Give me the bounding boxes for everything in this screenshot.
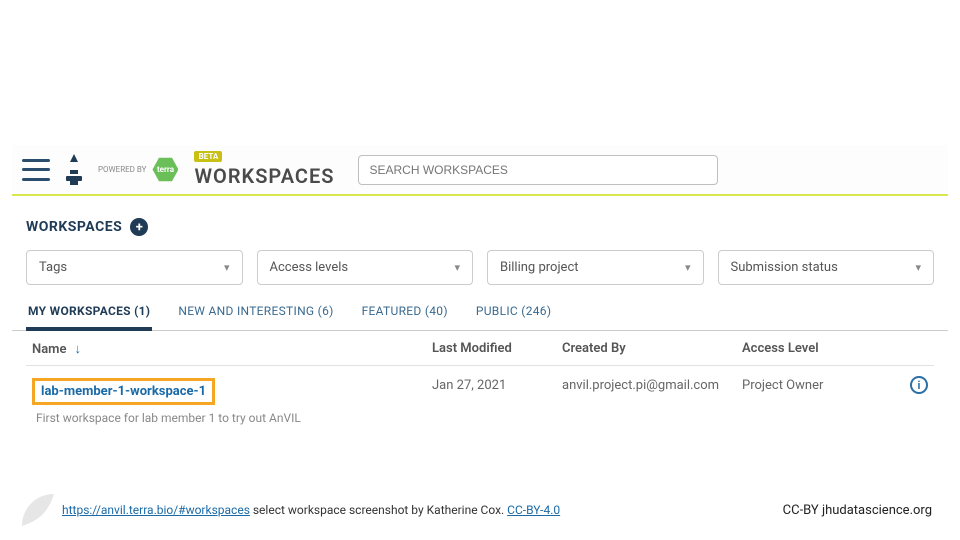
beta-badge: BETA (194, 151, 222, 162)
tab-public[interactable]: PUBLIC (246) (474, 295, 553, 330)
cell-created-by: anvil.project.pi@gmail.com (562, 378, 742, 393)
footer-text: select workspace screenshot by Katherine… (250, 503, 507, 517)
cell-last-modified: Jan 27, 2021 (432, 378, 562, 393)
footer-caption: https://anvil.terra.bio/#workspaces sele… (62, 503, 560, 517)
anvil-logo-icon (60, 152, 88, 188)
filter-label: Billing project (500, 260, 579, 275)
footer-right: CC-BY jhudatascience.org (783, 503, 932, 518)
topbar: POWERED BY terra BETA WORKSPACES (12, 145, 948, 196)
chevron-down-icon: ▾ (915, 261, 921, 274)
tab-my-workspaces[interactable]: MY WORKSPACES (1) (26, 295, 152, 331)
page-title-wrap: BETA WORKSPACES (194, 151, 334, 188)
footer-url-link[interactable]: https://anvil.terra.bio/#workspaces (62, 503, 250, 517)
powered-by-label: POWERED BY (98, 166, 146, 174)
col-header-name[interactable]: Name ↓ (32, 341, 432, 357)
page-title: WORKSPACES (194, 164, 334, 188)
slide-footer: https://anvil.terra.bio/#workspaces sele… (0, 492, 960, 528)
col-header-created-by[interactable]: Created By (562, 341, 742, 357)
leaf-icon (20, 492, 56, 528)
filter-label: Submission status (731, 260, 838, 275)
cell-access-level: Project Owner (742, 378, 928, 393)
cell-name: lab-member-1-workspace-1 (32, 378, 432, 405)
terra-logo-icon: terra (152, 157, 178, 183)
filter-billing-project[interactable]: Billing project ▾ (487, 250, 704, 285)
app-window: POWERED BY terra BETA WORKSPACES WORKSPA… (12, 145, 948, 433)
chevron-down-icon: ▾ (224, 261, 230, 274)
col-header-label: Name (32, 342, 66, 357)
tab-new-interesting[interactable]: NEW AND INTERESTING (6) (176, 295, 335, 330)
add-workspace-button[interactable]: + (130, 218, 148, 236)
search-input[interactable] (358, 155, 718, 185)
menu-icon[interactable] (22, 159, 50, 181)
tab-bar: MY WORKSPACES (1) NEW AND INTERESTING (6… (12, 295, 948, 331)
filter-tags[interactable]: Tags ▾ (26, 250, 243, 285)
workspace-description: First workspace for lab member 1 to try … (26, 409, 934, 433)
col-header-access-level[interactable]: Access Level (742, 341, 928, 357)
chevron-down-icon: ▾ (454, 261, 460, 274)
sort-down-icon: ↓ (74, 341, 81, 357)
section-title: WORKSPACES (26, 219, 122, 235)
filter-label: Tags (39, 260, 67, 275)
powered-by-wrap: POWERED BY terra (98, 157, 178, 183)
footer-license-link[interactable]: CC-BY-4.0 (507, 503, 560, 517)
workspace-table: Name ↓ Last Modified Created By Access L… (12, 331, 948, 433)
table-header: Name ↓ Last Modified Created By Access L… (26, 331, 934, 366)
workspace-link[interactable]: lab-member-1-workspace-1 (32, 378, 215, 405)
filter-bar: Tags ▾ Access levels ▾ Billing project ▾ Su… (12, 250, 948, 295)
info-icon[interactable]: i (910, 376, 928, 394)
filter-label: Access levels (270, 260, 349, 275)
footer-left: https://anvil.terra.bio/#workspaces sele… (20, 492, 560, 528)
tab-featured[interactable]: FEATURED (40) (360, 295, 450, 330)
table-row: lab-member-1-workspace-1 Jan 27, 2021 an… (26, 366, 934, 409)
filter-access-levels[interactable]: Access levels ▾ (257, 250, 474, 285)
filter-submission-status[interactable]: Submission status ▾ (718, 250, 935, 285)
section-header: WORKSPACES + (12, 196, 948, 250)
col-header-last-modified[interactable]: Last Modified (432, 341, 562, 357)
chevron-down-icon: ▾ (685, 261, 691, 274)
